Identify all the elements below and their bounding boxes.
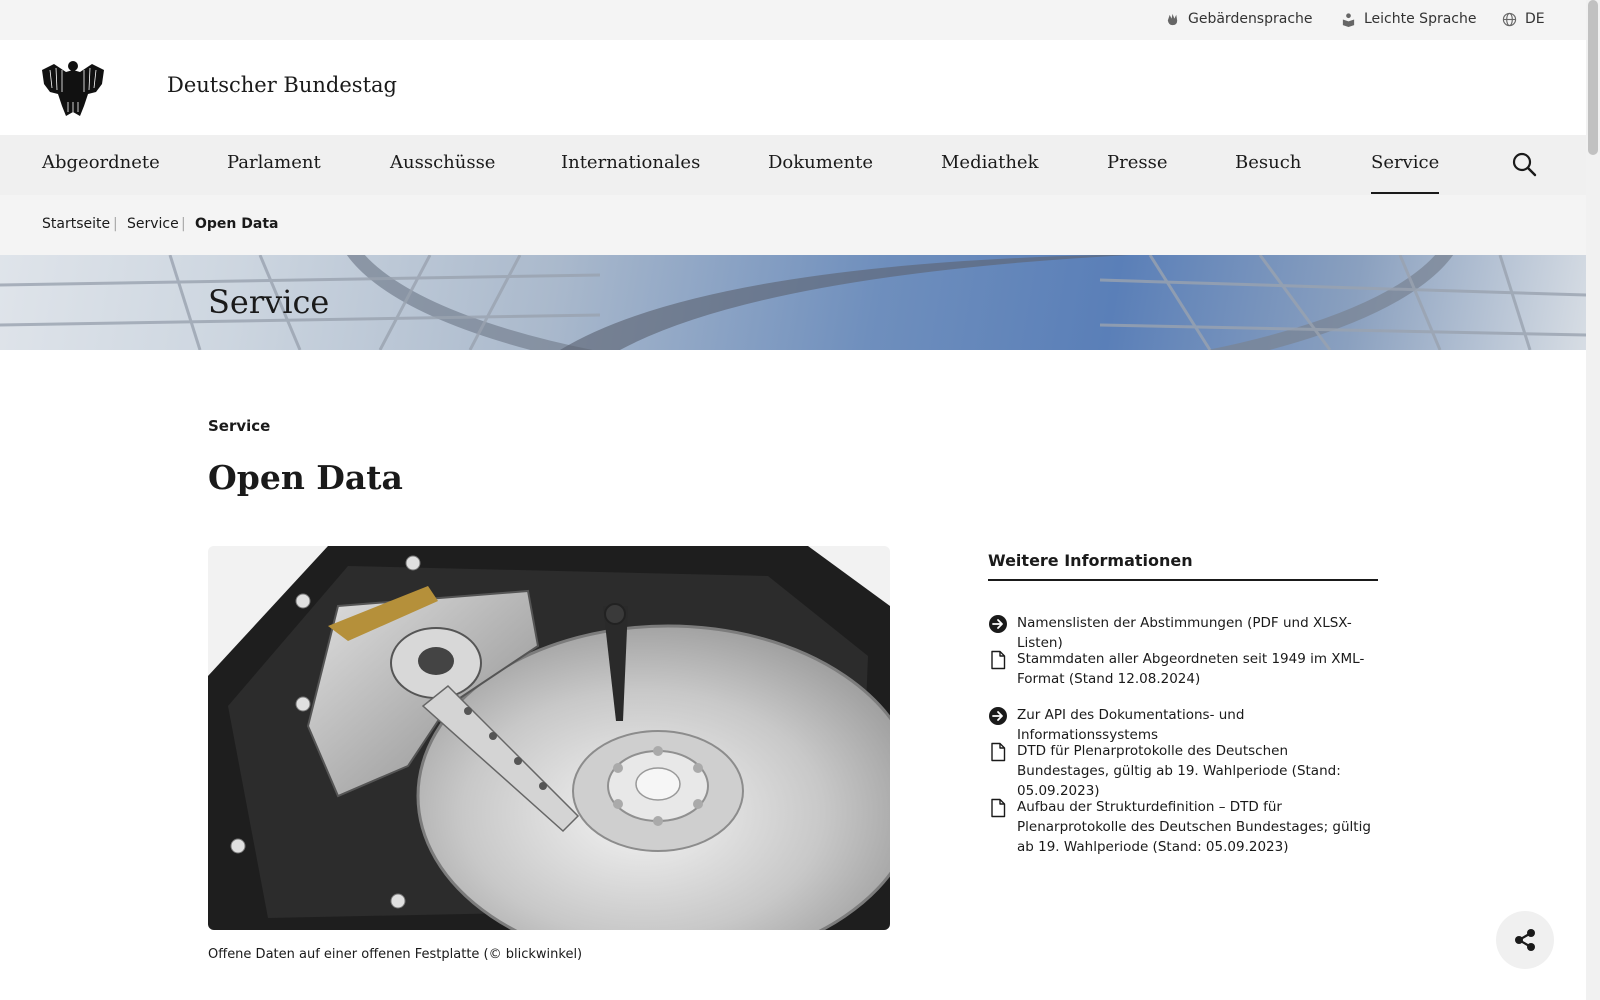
sign-language-label: Gebärdensprache [1188,11,1313,27]
easy-language-label: Leichte Sprache [1364,11,1477,27]
sidebar-link-api[interactable]: Zur API des Dokumentations- und Informat… [988,705,1380,745]
nav-internationales[interactable]: Internationales [561,152,700,173]
breadcrumb: Startseite | Service | Open Data [0,195,1586,255]
language-label: DE [1525,11,1545,27]
hard-drive-photo[interactable] [208,546,890,930]
hand-icon [1167,13,1178,25]
nav-ausschuesse[interactable]: Ausschüsse [390,152,495,173]
share-button[interactable] [1496,911,1554,969]
nav-presse[interactable]: Presse [1107,152,1168,173]
sidebar-link-label: DTD für Plenarprotokolle des Deutschen B… [1017,743,1341,799]
sidebar-link-label: Aufbau der Strukturdefinition – DTD für … [1017,799,1371,855]
book-person-icon [1342,12,1355,27]
nav-abgeordnete[interactable]: Abgeordnete [42,152,160,173]
sidebar-link-label: Zur API des Dokumentations- und Informat… [1017,707,1245,743]
share-icon [1515,929,1535,951]
nav-mediathek[interactable]: Mediathek [941,152,1038,173]
sidebar-link-label: Namenslisten der Abstimmungen (PDF und X… [1017,615,1352,651]
breadcrumb-startseite[interactable]: Startseite [42,216,110,232]
sidebar-divider [988,579,1378,581]
scrollbar-thumb[interactable] [1588,0,1598,155]
sidebar-link-dtd[interactable]: DTD für Plenarprotokolle des Deutschen B… [988,741,1380,801]
breadcrumb-separator: | [113,216,118,232]
page-kicker: Service [208,417,271,435]
document-icon [991,798,1006,818]
language-switch[interactable]: DE [1502,11,1545,27]
sidebar-title: Weitere Informationen [988,551,1193,570]
page-title: Open Data [208,458,403,497]
easy-language-link[interactable]: Leichte Sprache [1341,11,1476,27]
banner-title: Service [208,283,330,321]
sidebar-link-strukturdefinition[interactable]: Aufbau der Strukturdefinition – DTD für … [988,797,1380,857]
sidebar-link-namenslisten[interactable]: Namenslisten der Abstimmungen (PDF und X… [988,613,1380,653]
main-navigation: Abgeordnete Parlament Ausschüsse Interna… [0,135,1586,195]
utility-bar: Gebärdensprache Leichte Sprache DE [0,0,1586,40]
globe-icon [1502,12,1517,26]
breadcrumb-separator: | [181,216,186,232]
search-icon[interactable] [1511,151,1537,177]
sidebar-link-label: Stammdaten aller Abgeordneten seit 1949 … [1017,651,1365,687]
federal-eagle-logo[interactable] [40,58,106,118]
breadcrumb-service[interactable]: Service [127,216,179,232]
site-header: Deutscher Bundestag [0,40,1586,135]
sidebar-link-stammdaten[interactable]: Stammdaten aller Abgeordneten seit 1949 … [988,649,1380,689]
section-banner: Service [0,255,1586,350]
nav-dokumente[interactable]: Dokumente [768,152,873,173]
arrow-right-circle-icon [989,615,1007,633]
breadcrumb-current: Open Data [195,216,279,232]
arrow-right-circle-icon [989,707,1007,725]
page-scrollbar[interactable] [1586,0,1600,1000]
nav-parlament[interactable]: Parlament [227,152,321,173]
nav-service[interactable]: Service [1371,152,1440,194]
hard-drive-image [208,546,890,930]
sign-language-link[interactable]: Gebärdensprache [1165,11,1313,27]
document-icon [991,650,1006,670]
nav-besuch[interactable]: Besuch [1235,152,1301,173]
image-caption: Offene Daten auf einer offenen Festplatt… [208,947,583,962]
site-brand[interactable]: Deutscher Bundestag [167,73,397,97]
document-icon [991,742,1006,762]
